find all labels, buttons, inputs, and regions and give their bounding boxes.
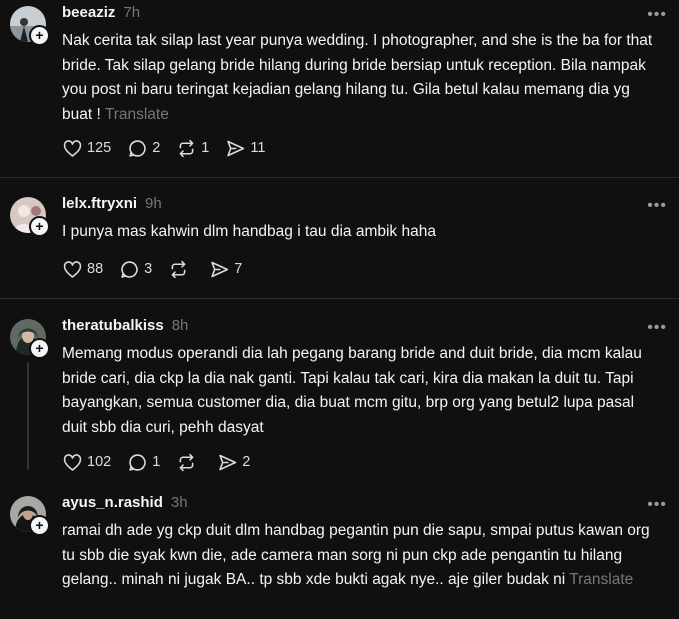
repost-icon bbox=[171, 260, 186, 278]
timestamp: 9h bbox=[145, 195, 162, 212]
like-count: 102 bbox=[87, 454, 112, 470]
send-icon bbox=[211, 261, 229, 277]
divider bbox=[0, 177, 679, 178]
send-icon bbox=[227, 140, 245, 156]
share-button[interactable]: 2 bbox=[217, 452, 250, 473]
thread-line bbox=[27, 362, 29, 470]
like-button[interactable]: 125 bbox=[62, 138, 111, 159]
timestamp: 8h bbox=[171, 317, 189, 334]
send-icon bbox=[219, 454, 237, 470]
post-header: theratubalkiss 8h bbox=[62, 317, 188, 334]
username[interactable]: ayus_n.rashid bbox=[62, 494, 163, 511]
more-options-icon[interactable]: ••• bbox=[647, 496, 667, 514]
reply-count: 2 bbox=[152, 140, 161, 156]
reply-count: 3 bbox=[144, 261, 153, 277]
post-text: Memang modus operandi dia lah pegang bar… bbox=[62, 342, 662, 440]
post-text-content: Memang modus operandi dia lah pegang bar… bbox=[62, 345, 642, 436]
share-button[interactable]: 11 bbox=[225, 138, 265, 159]
comment-icon bbox=[129, 139, 146, 157]
like-button[interactable]: 88 bbox=[62, 259, 103, 280]
repost-icon bbox=[179, 453, 194, 471]
avatar-beeaziz[interactable]: + bbox=[10, 6, 50, 46]
post-text-content: ramai dh ade yg ckp duit dlm handbag peg… bbox=[62, 522, 650, 588]
reply-button[interactable]: 3 bbox=[119, 259, 152, 280]
follow-plus-icon[interactable]: + bbox=[29, 515, 50, 536]
heart-icon bbox=[63, 139, 82, 157]
comment-icon bbox=[121, 260, 138, 278]
heart-icon bbox=[63, 453, 82, 471]
share-count: 7 bbox=[234, 261, 243, 277]
avatar-ayus-n-rashid[interactable]: + bbox=[10, 496, 50, 536]
more-options-icon[interactable]: ••• bbox=[647, 6, 667, 24]
post-text-content: I punya mas kahwin dlm handbag i tau dia… bbox=[62, 223, 436, 240]
translate-link[interactable]: Translate bbox=[569, 571, 633, 588]
like-count: 88 bbox=[87, 261, 104, 277]
more-options-icon[interactable]: ••• bbox=[647, 197, 667, 215]
reply-count: 1 bbox=[152, 454, 161, 470]
comment-icon bbox=[129, 453, 146, 471]
post-actions: 102 1 2 bbox=[62, 450, 266, 474]
share-button[interactable]: 7 bbox=[209, 259, 242, 280]
repost-button[interactable]: 1 bbox=[176, 138, 209, 159]
follow-plus-icon[interactable]: + bbox=[29, 338, 50, 359]
follow-plus-icon[interactable]: + bbox=[29, 25, 50, 46]
share-count: 2 bbox=[242, 454, 251, 470]
heart-icon bbox=[63, 260, 82, 278]
timestamp: 7h bbox=[123, 4, 141, 21]
follow-plus-icon[interactable]: + bbox=[29, 216, 50, 237]
username[interactable]: beeaziz bbox=[62, 4, 115, 21]
reply-button[interactable]: 2 bbox=[127, 138, 160, 159]
repost-button[interactable] bbox=[168, 259, 193, 280]
translate-link[interactable]: Translate bbox=[105, 106, 169, 123]
timestamp: 3h bbox=[170, 494, 188, 511]
username[interactable]: lelx.ftryxni bbox=[62, 195, 137, 212]
like-count: 125 bbox=[87, 140, 112, 156]
repost-icon bbox=[179, 139, 194, 157]
post-header: lelx.ftryxni 9h bbox=[62, 195, 162, 212]
username[interactable]: theratubalkiss bbox=[62, 317, 164, 334]
post-header: ayus_n.rashid 3h bbox=[62, 494, 188, 511]
post-text: I punya mas kahwin dlm handbag i tau dia… bbox=[62, 220, 662, 245]
more-options-icon[interactable]: ••• bbox=[647, 319, 667, 337]
post-actions: 88 3 7 bbox=[62, 257, 258, 281]
avatar-theratubalkiss[interactable]: + bbox=[10, 319, 50, 359]
like-button[interactable]: 102 bbox=[62, 452, 111, 473]
post-text: ramai dh ade yg ckp duit dlm handbag peg… bbox=[62, 519, 662, 593]
share-count: 11 bbox=[250, 140, 266, 156]
post-actions: 125 2 1 11 bbox=[62, 136, 281, 160]
repost-count: 1 bbox=[201, 140, 210, 156]
post-header: beeaziz 7h bbox=[62, 4, 140, 21]
repost-button[interactable] bbox=[176, 452, 201, 473]
post-text: Nak cerita tak silap last year punya wed… bbox=[62, 29, 662, 127]
avatar-lelx-ftryxni[interactable]: + bbox=[10, 197, 50, 237]
reply-button[interactable]: 1 bbox=[127, 452, 160, 473]
divider bbox=[0, 298, 679, 299]
